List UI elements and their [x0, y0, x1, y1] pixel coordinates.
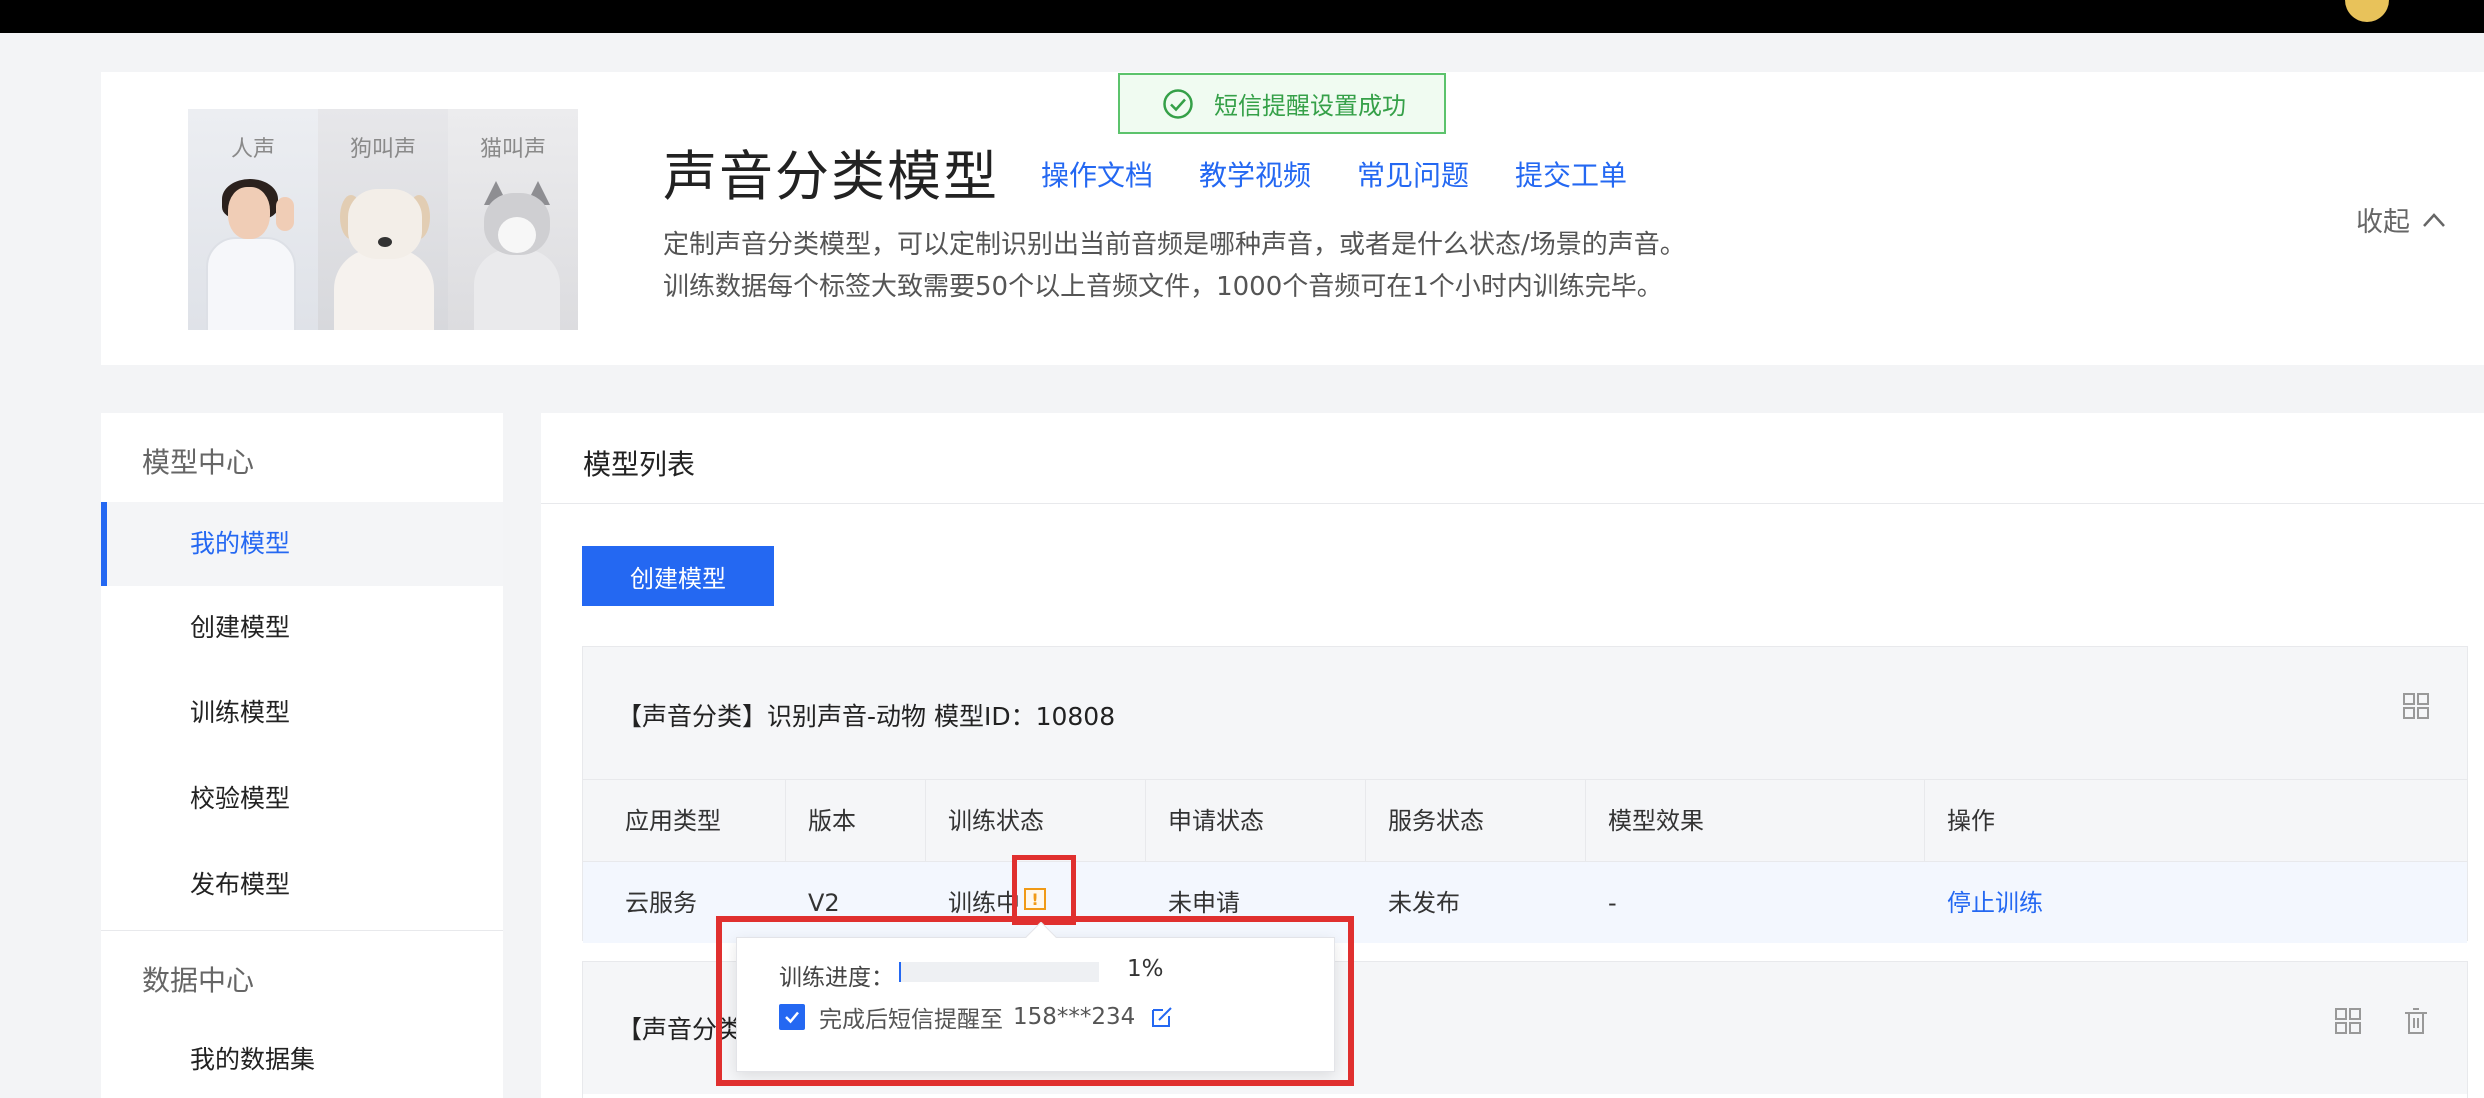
table-header-row: 应用类型 版本 训练状态 申请状态 服务状态 模型效果 操作 — [583, 779, 2467, 862]
check-circle-icon — [1163, 88, 1193, 119]
collapse-label: 收起 — [2356, 207, 2410, 238]
cat-figure — [474, 249, 560, 330]
link-faq[interactable]: 常见问题 — [1357, 154, 1469, 194]
banner-illustration: 人声 狗叫声 猫叫声 — [188, 109, 578, 330]
top-nav-bar — [0, 0, 2484, 33]
column-header: 模型效果 — [1586, 780, 1925, 862]
trash-icon[interactable] — [2401, 1006, 2431, 1036]
cat-face — [498, 217, 536, 253]
cell-model-effect: - — [1608, 889, 1617, 917]
card-actions — [2401, 691, 2431, 721]
desc-line-2: 训练数据每个标签大致需要50个以上音频文件，1000个音频可在1个小时内训练完毕… — [663, 272, 1663, 302]
link-docs[interactable]: 操作文档 — [1041, 154, 1153, 194]
model-card: 【声音分类】识别声音-动物 模型ID：10808 应用类型 版本 训练状态 申请… — [582, 646, 2469, 944]
card-actions — [2333, 1006, 2431, 1036]
column-header: 训练状态 — [926, 780, 1146, 862]
sidebar-item-train-model[interactable]: 训练模型 — [101, 671, 503, 755]
link-tutorial-video[interactable]: 教学视频 — [1199, 154, 1311, 194]
grid-icon[interactable] — [2333, 1006, 2363, 1036]
sidebar-item-my-models[interactable]: 我的模型 — [101, 502, 503, 586]
success-toast: 短信提醒设置成功 — [1118, 73, 1446, 134]
desc-line-1: 定制声音分类模型，可以定制识别出当前音频是哪种声音，或者是什么状态/场景的声音。 — [663, 230, 1686, 260]
sidebar-item-publish-model[interactable]: 发布模型 — [101, 843, 503, 927]
dog-figure — [334, 249, 434, 330]
sidebar-divider — [101, 930, 503, 931]
collapse-button[interactable]: 收起 — [2356, 200, 2446, 239]
stop-training-link[interactable]: 停止训练 — [1947, 889, 2043, 917]
user-avatar[interactable] — [2345, 0, 2389, 22]
person-figure — [206, 237, 296, 330]
person-hand — [276, 197, 294, 231]
column-header: 版本 — [786, 780, 926, 862]
banner-panel-cat: 猫叫声 — [448, 109, 578, 330]
sidebar-item-create-model[interactable]: 创建模型 — [101, 586, 503, 670]
sidebar-group-model-center: 模型中心 — [142, 446, 255, 479]
section-title: 模型列表 — [583, 448, 696, 481]
column-header: 应用类型 — [583, 780, 786, 862]
chevron-up-icon — [2423, 212, 2445, 227]
model-card-title: 【声音分类】识别声音-动物 模型ID：10808 — [617, 702, 1116, 731]
banner-links: 操作文档 教学视频 常见问题 提交工单 — [1041, 154, 1627, 194]
dog-head — [348, 189, 422, 259]
column-header: 申请状态 — [1146, 780, 1366, 862]
banner-panel-label: 猫叫声 — [479, 137, 546, 162]
toast-message: 短信提醒设置成功 — [1214, 92, 1406, 120]
dog-nose — [378, 237, 392, 247]
section-divider — [541, 503, 2484, 504]
link-submit-ticket[interactable]: 提交工单 — [1515, 154, 1627, 194]
banner-panel-human: 人声 — [188, 109, 318, 330]
page-title: 声音分类模型 — [663, 145, 999, 208]
person-head — [228, 187, 270, 239]
sidebar-group-data-center: 数据中心 — [142, 964, 255, 997]
highlight-box — [1012, 855, 1076, 925]
create-model-button[interactable]: 创建模型 — [582, 546, 774, 606]
banner-panel-dog: 狗叫声 — [318, 109, 448, 330]
grid-icon[interactable] — [2401, 691, 2431, 721]
highlight-box — [716, 916, 1354, 1086]
model-card-header: 【声音分类】识别声音-动物 模型ID：10808 — [583, 647, 2467, 779]
sidebar: 模型中心 我的模型 创建模型 训练模型 校验模型 发布模型 数据中心 我的数据集 — [101, 413, 503, 1098]
cell-service-status: 未发布 — [1388, 889, 1460, 917]
banner-description: 定制声音分类模型，可以定制识别出当前音频是哪种声音，或者是什么状态/场景的声音。… — [663, 224, 1686, 308]
column-header: 服务状态 — [1366, 780, 1586, 862]
banner-panel-label: 狗叫声 — [349, 137, 416, 162]
cell-action: 停止训练 — [1925, 862, 2469, 944]
banner-panel-label: 人声 — [230, 137, 275, 162]
sidebar-item-my-datasets[interactable]: 我的数据集 — [101, 1018, 503, 1098]
column-header: 操作 — [1947, 807, 1995, 835]
sidebar-item-validate-model[interactable]: 校验模型 — [101, 757, 503, 841]
